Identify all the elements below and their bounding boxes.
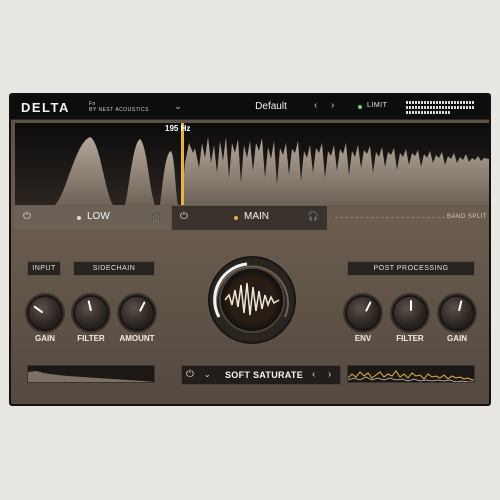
input-spectrum [27,365,155,383]
knob-pointer [457,300,463,312]
sidechain-label: SIDECHAIN [92,265,136,272]
drive-knob[interactable] [207,255,297,345]
band-main[interactable]: ⏻ MAIN 🎧 [172,206,327,230]
band-low[interactable]: ⏻ LOW 🎧 [15,206,170,230]
logo: DELTA [21,100,70,115]
maker-label: Fn BY NEST ACOUSTICS [89,101,149,113]
env-label: ENV [354,334,372,343]
power-icon[interactable]: ⏻ [180,211,192,223]
band-low-indicator [77,216,81,220]
preset-next-button[interactable]: › [331,100,334,111]
gain-label-post: GAIN [447,334,467,343]
chevron-down-icon: ⌄ [174,101,182,111]
gain-knob[interactable] [27,295,63,331]
crossover-frequency: 195 Hz [165,124,191,133]
gain-label: GAIN [35,334,55,343]
top-bar: DELTA Fn BY NEST ACOUSTICS ⌄ Default ‹ ›… [11,95,489,120]
knob-pointer [364,301,372,312]
preset-prev-button[interactable]: ‹ [314,100,317,111]
saturation-mode-name[interactable]: SOFT SATURATE [216,370,312,380]
preset-menu-button[interactable]: ⌄ [171,101,185,113]
knob-pointer [87,300,93,312]
knob-pointer [410,300,412,311]
headphones-icon[interactable]: 🎧 [151,211,162,222]
chevron-down-icon[interactable]: ⌄ [204,370,211,379]
headphones-icon[interactable]: 🎧 [308,211,319,222]
band-split-button[interactable]: BAND SPLIT [447,214,487,220]
mode-prev-button[interactable]: ‹ [312,369,315,380]
saturation-mode-bar[interactable]: ⏻ ⌄ SOFT SATURATE ‹ › [181,365,341,385]
filter-label-post: FILTER [396,334,424,343]
output-spectrum [347,365,475,383]
env-knob[interactable] [345,295,381,331]
preset-name[interactable]: Default [201,101,341,112]
sidechain-button[interactable]: SIDECHAIN [73,261,155,276]
power-icon[interactable]: ⏻ [23,211,35,223]
band-split-divider [335,217,445,218]
filter-knob-post[interactable] [392,295,428,331]
band-main-indicator [234,216,238,220]
gain-knob-post[interactable] [439,295,475,331]
band-low-label: LOW [87,211,110,222]
knob-pointer [33,305,44,314]
filter-label: FILTER [77,334,105,343]
band-main-label: MAIN [244,211,269,222]
spectrum-waveform [55,123,489,205]
spectrum-display[interactable]: 195 Hz [15,123,489,205]
input-button[interactable]: INPUT [27,261,61,276]
limit-indicator [358,105,362,109]
band-row: ⏻ LOW 🎧 ⏻ MAIN 🎧 BAND SPLIT [15,206,489,230]
output-meter [406,101,474,114]
mode-next-button[interactable]: › [328,369,331,380]
knob-pointer [138,301,146,312]
post-processing-button[interactable]: POST PROCESSING [347,261,475,276]
limit-toggle[interactable]: LIMIT [367,102,387,109]
delta-plugin-window: DELTA Fn BY NEST ACOUSTICS ⌄ Default ‹ ›… [9,93,491,406]
power-icon[interactable]: ⏻ [186,369,194,380]
maker-line-2: BY NEST ACOUSTICS [89,107,149,113]
filter-knob[interactable] [73,295,109,331]
amount-label: AMOUNT [119,334,155,343]
amount-knob[interactable] [119,295,155,331]
